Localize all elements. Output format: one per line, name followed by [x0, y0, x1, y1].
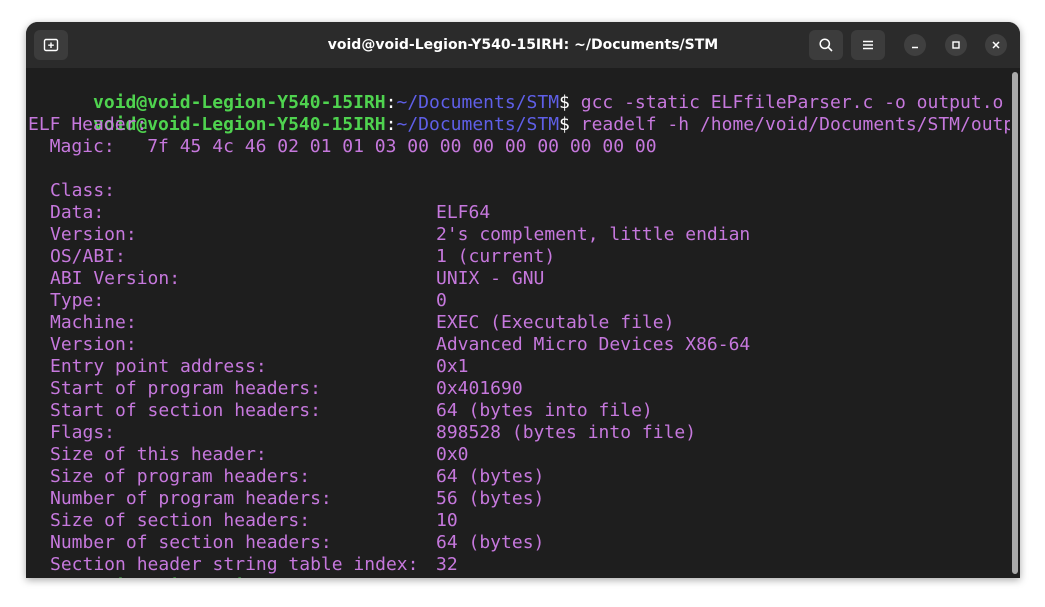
minimize-button[interactable]	[904, 34, 926, 56]
elf-field-row: Class: ELF64	[28, 158, 1008, 223]
elf-magic-line: Magic: 7f 45 4c 46 02 01 01 03 00 00 00 …	[28, 136, 657, 157]
scrollbar-thumb[interactable]	[1012, 72, 1018, 574]
maximize-icon	[952, 41, 960, 49]
prompt-symbol: $	[559, 576, 570, 578]
elf-field-row: Type: EXEC (Executable file)	[28, 268, 1008, 333]
search-icon	[819, 38, 833, 52]
elf-field-row: Number of program headers: 10	[28, 466, 1008, 531]
elf-field-row: Start of section headers: 898528 (bytes …	[28, 378, 1008, 443]
title-bar[interactable]: void@void-Legion-Y540-15IRH: ~/Documents…	[26, 22, 1020, 68]
command-line: void@void-Legion-Y540-15IRH:~/Documents/…	[28, 92, 1010, 135]
elf-field-row: Size of program headers: 56 (bytes)	[28, 444, 1008, 509]
elf-field-row: Start of program headers: 64 (bytes into…	[28, 356, 1008, 421]
close-button[interactable]	[985, 34, 1007, 56]
elf-field-row: Version: 1 (current)	[28, 202, 1008, 267]
active-prompt-line[interactable]: void@void-Legion-Y540-15IRH:~/Documents/…	[28, 554, 582, 578]
elf-field-row: OS/ABI: UNIX - GNU	[28, 224, 1008, 289]
elf-field-row: Flags: 0x0	[28, 400, 1008, 465]
prompt-symbol: $	[559, 114, 570, 135]
terminal-output[interactable]: void@void-Legion-Y540-15IRH:~/Documents/…	[26, 68, 1010, 578]
close-icon	[992, 41, 1000, 49]
command-text: readelf -h /home/void/Documents/STM/outp…	[569, 114, 1010, 135]
elf-field-row: Entry point address: 0x401690	[28, 334, 1008, 399]
elf-field-row: Version: 0x1	[28, 312, 1008, 377]
command-line: void@void-Legion-Y540-15IRH:~/Documents/…	[28, 70, 1003, 113]
scrollbar[interactable]	[1010, 68, 1020, 578]
elf-header-title: ELF Header:	[28, 114, 148, 135]
elf-field-row: Section header string table index: 31	[28, 532, 1008, 578]
prompt-separator: :	[385, 114, 397, 135]
elf-field-row: Number of section headers: 32	[28, 510, 1008, 575]
elf-field-row: Size of section headers: 64 (bytes)	[28, 488, 1008, 553]
prompt-path: ~/Documents/STM	[396, 114, 560, 135]
elf-field-row: Size of this header: 64 (bytes)	[28, 422, 1008, 487]
elf-field-row: Data: 2's complement, little endian	[28, 180, 1008, 245]
hamburger-menu-icon	[863, 40, 873, 50]
menu-button[interactable]	[851, 30, 885, 60]
minimize-icon	[912, 46, 918, 49]
maximize-button[interactable]	[945, 34, 967, 56]
terminal-window: void@void-Legion-Y540-15IRH: ~/Documents…	[26, 22, 1020, 578]
elf-field-row: Machine: Advanced Micro Devices X86-64	[28, 290, 1008, 355]
prompt-user: void@void-Legion-Y540-15IRH	[93, 576, 386, 578]
prompt-separator: :	[386, 576, 397, 578]
elf-field-row: ABI Version: 0	[28, 246, 1008, 311]
prompt-path: ~/Documents/STM	[396, 576, 559, 578]
search-button[interactable]	[809, 30, 843, 60]
